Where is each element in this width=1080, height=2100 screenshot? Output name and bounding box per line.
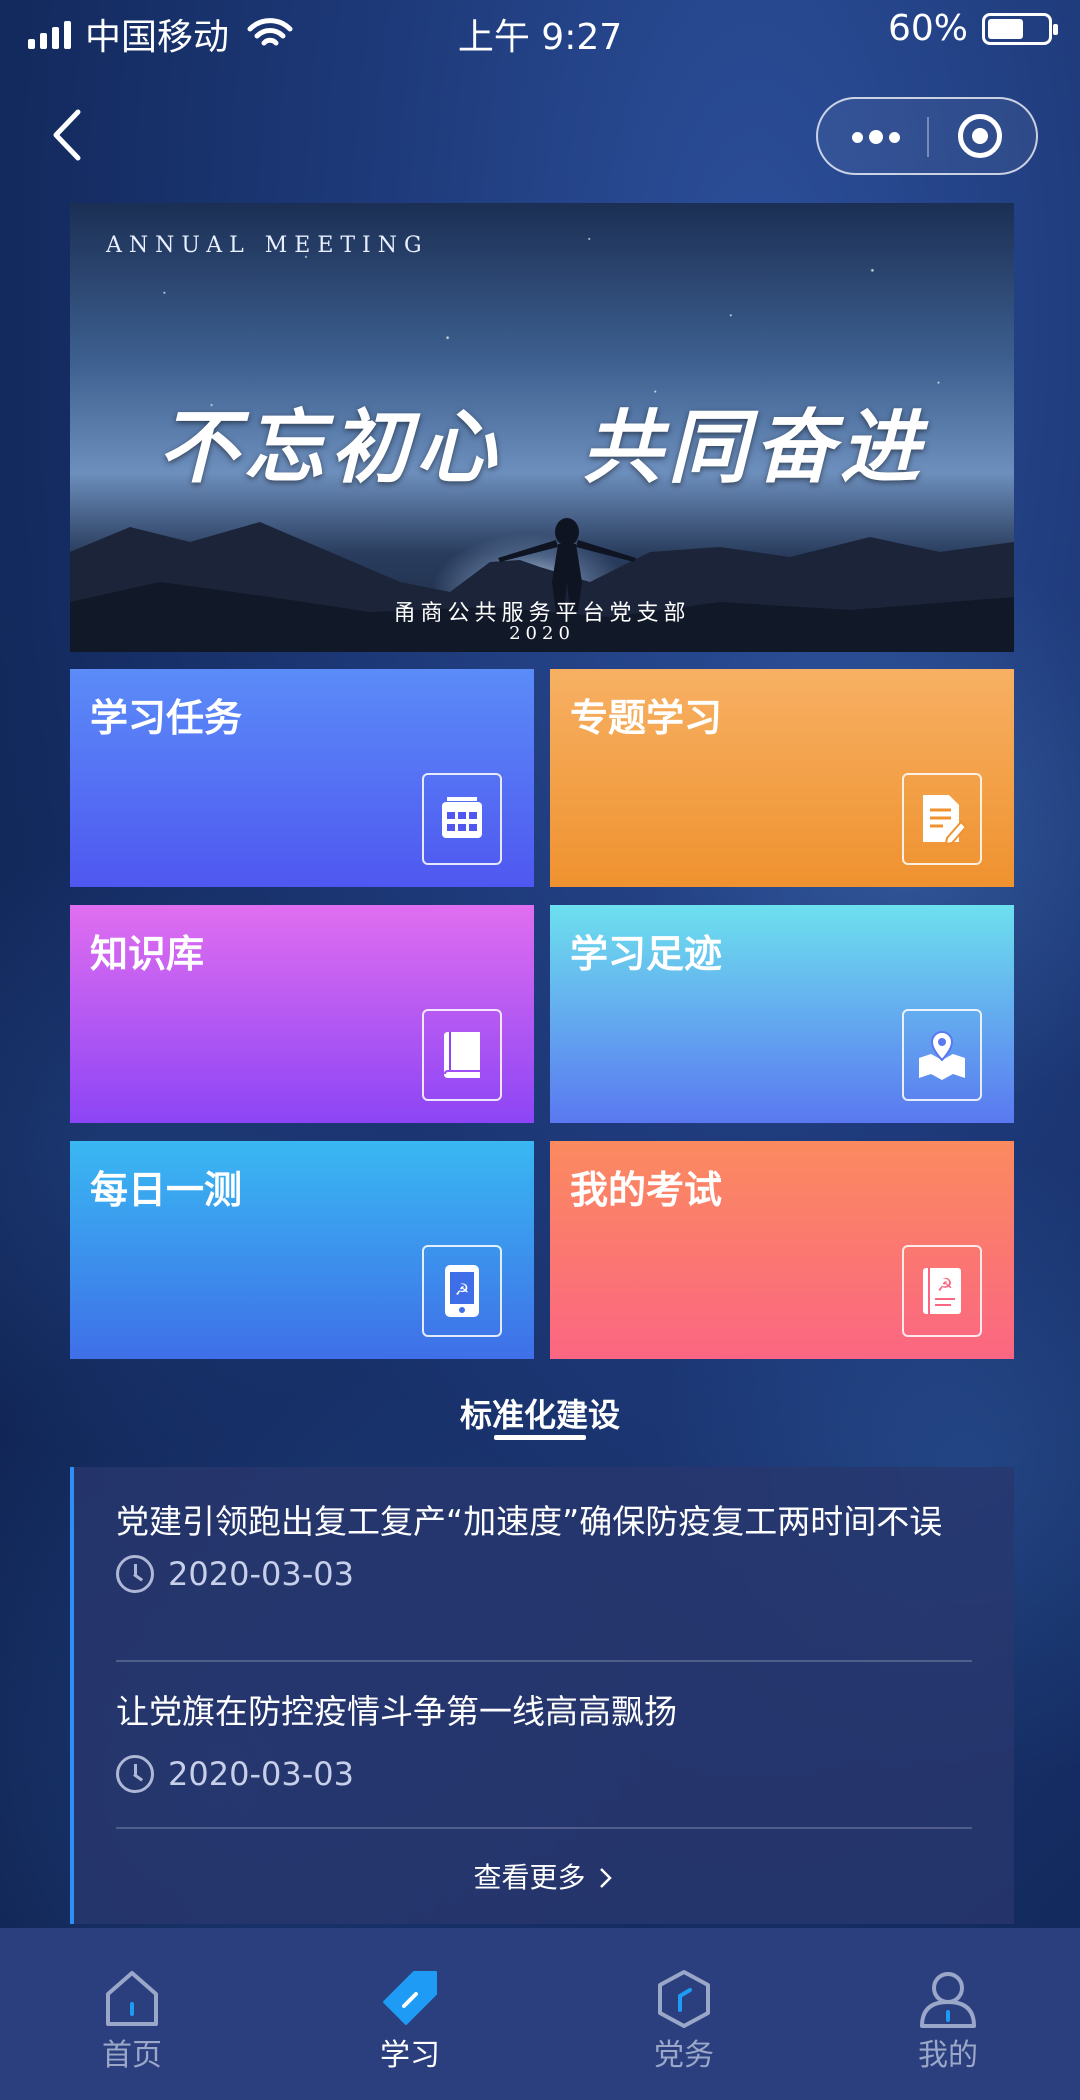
tile-study-footprint[interactable]: 学习足迹 <box>550 905 1014 1123</box>
news-date-row: 2020-03-03 <box>116 1755 972 1793</box>
back-button[interactable] <box>40 100 100 170</box>
news-date: 2020-03-03 <box>168 1755 354 1793</box>
tab-label: 我的 <box>918 2038 978 2073</box>
tab-study[interactable]: 学习 <box>310 1928 510 2100</box>
tab-mine[interactable]: 我的 <box>848 1928 1048 2100</box>
target-close-icon[interactable] <box>958 114 1002 158</box>
tile-label: 学习任务 <box>90 696 243 740</box>
section-title[interactable]: 标准化建设 <box>0 1390 1080 1436</box>
news-date-row: 2020-03-03 <box>116 1555 972 1593</box>
battery-level <box>988 18 1023 39</box>
status-bar: 中国移动 上午 9:27 60% <box>0 0 1080 64</box>
tile-label: 知识库 <box>90 932 205 976</box>
news-divider <box>116 1827 972 1829</box>
party-book-icon: ☭ <box>902 1245 982 1337</box>
tile-label: 专题学习 <box>570 696 723 740</box>
tab-bar: 首页 学习 党务 我的 <box>0 1928 1080 2100</box>
map-location-icon <box>902 1009 982 1101</box>
tile-label: 每日一测 <box>90 1168 243 1212</box>
news-item[interactable]: 党建引领跑出复工复产“加速度”确保防疫复工两时间不误 2020-03-03 <box>116 1499 972 1593</box>
news-date: 2020-03-03 <box>168 1555 354 1593</box>
tile-my-exams[interactable]: 我的考试 ☭ <box>550 1141 1014 1359</box>
banner-title-right: 共同奋进 <box>582 400 926 494</box>
capsule-divider <box>927 117 929 157</box>
news-item[interactable]: 让党旗在防控疫情斗争第一线高高飘扬 2020-03-03 <box>116 1689 972 1793</box>
view-more-label: 查看更多 <box>473 1861 586 1894</box>
tab-label: 首页 <box>102 2038 162 2073</box>
view-more-link[interactable]: 查看更多 <box>74 1856 1014 1896</box>
tab-home[interactable]: 首页 <box>32 1928 232 2100</box>
document-edit-icon <box>902 773 982 865</box>
tile-label: 我的考试 <box>570 1168 723 1212</box>
banner-year: 2020 <box>509 623 575 644</box>
mini-program-capsule <box>816 97 1038 175</box>
status-right: 60% <box>887 8 1058 49</box>
tile-label: 学习足迹 <box>570 932 723 976</box>
tab-label: 学习 <box>380 2038 440 2073</box>
clock-icon <box>116 1555 154 1593</box>
tag-icon <box>383 1971 437 2025</box>
more-dots-icon[interactable] <box>846 115 906 159</box>
svg-text:☭: ☭ <box>937 1275 953 1296</box>
user-icon <box>920 1972 976 2028</box>
tile-daily-quiz[interactable]: 每日一测 ☭ <box>70 1141 534 1359</box>
tab-label: 党务 <box>654 2038 714 2073</box>
phone-party-emblem-icon: ☭ <box>422 1245 502 1337</box>
calendar-icon <box>422 773 502 865</box>
news-title: 党建引领跑出复工复产“加速度”确保防疫复工两时间不误 <box>116 1502 943 1541</box>
tab-party-affairs[interactable]: 党务 <box>584 1928 784 2100</box>
clock-icon <box>116 1755 154 1793</box>
battery-percent: 60% <box>887 8 968 49</box>
tile-study-tasks[interactable]: 学习任务 <box>70 669 534 887</box>
hexagon-icon <box>658 1970 710 2028</box>
battery-icon <box>982 12 1058 45</box>
news-title: 让党旗在防控疫情斗争第一线高高飘扬 <box>116 1692 677 1731</box>
banner-title-left: 不忘初心 <box>158 400 502 494</box>
chevron-right-icon <box>600 1868 613 1888</box>
tile-topic-study[interactable]: 专题学习 <box>550 669 1014 887</box>
tile-knowledge-base[interactable]: 知识库 <box>70 905 534 1123</box>
news-divider <box>116 1660 972 1662</box>
home-icon <box>106 1971 158 2026</box>
banner-caption: ANNUAL MEETING <box>106 233 429 258</box>
section-title-underline <box>494 1435 586 1440</box>
banner[interactable]: ANNUAL MEETING 不忘初心 共同奋进 甬商公共服务平台党支部 2020 <box>70 203 1014 652</box>
news-list: 党建引领跑出复工复产“加速度”确保防疫复工两时间不误 2020-03-03 让党… <box>70 1467 1014 1924</box>
svg-text:☭: ☭ <box>455 1280 469 1299</box>
book-icon <box>422 1009 502 1101</box>
banner-title: 不忘初心 共同奋进 <box>70 383 1014 499</box>
